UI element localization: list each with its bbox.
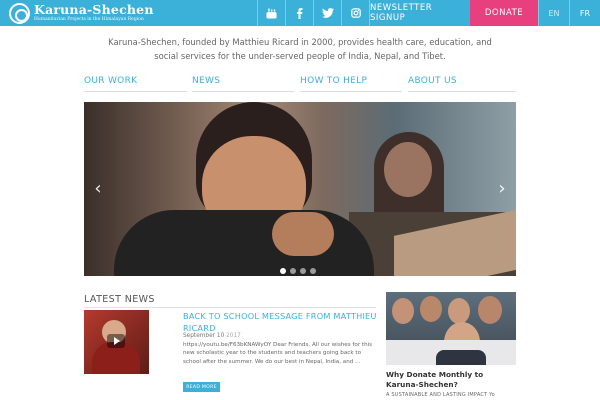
twitter-icon <box>321 8 334 18</box>
slider-next-arrow[interactable]: › <box>494 178 510 200</box>
nav-news[interactable]: NEWS <box>192 76 294 92</box>
hero-slider[interactable]: ‹ › <box>84 102 516 276</box>
logo-name: Karuna-Shechen <box>34 1 154 17</box>
slider-dot[interactable] <box>290 268 296 274</box>
side-photo-child-face <box>392 298 414 324</box>
news-thumbnail[interactable] <box>84 310 149 374</box>
youtube-link[interactable] <box>257 0 285 26</box>
youtube-icon <box>266 7 277 19</box>
news-date: September 10 2017 <box>183 333 241 339</box>
latest-news-heading: LATEST NEWS <box>84 294 155 305</box>
side-story-photo[interactable] <box>386 292 516 365</box>
side-photo-child-face <box>448 298 470 324</box>
side-story-subtitle: A SUSTAINABLE AND LASTING IMPACT Yo <box>386 392 495 398</box>
news-title-link[interactable]: BACK TO SCHOOL MESSAGE FROM MATTHIEU RIC… <box>183 310 378 334</box>
donate-button[interactable]: DONATE <box>470 0 538 26</box>
side-photo-child-face <box>478 296 502 324</box>
side-photo-jacket <box>436 350 486 365</box>
news-date-year: 2017 <box>226 333 241 339</box>
language-en[interactable]: EN <box>538 0 569 26</box>
side-story-title[interactable]: Why Donate Monthly to Karuna-Shechen? <box>386 370 518 390</box>
nav-our-work[interactable]: OUR WORK <box>84 76 187 92</box>
language-fr[interactable]: FR <box>569 0 600 26</box>
hero-photo-background-face <box>384 142 432 197</box>
logo-icon <box>9 2 30 24</box>
slider-dot[interactable] <box>280 268 286 274</box>
slider-dots <box>280 268 316 274</box>
logo-tagline: Humanitarian Projects in the Himalayan R… <box>34 17 144 22</box>
facebook-icon <box>297 7 303 19</box>
slider-dot[interactable] <box>300 268 306 274</box>
slider-dot[interactable] <box>310 268 316 274</box>
instagram-link[interactable] <box>341 0 369 26</box>
hero-photo-child-jacket <box>114 210 374 276</box>
slider-prev-arrow[interactable]: ‹ <box>90 178 106 200</box>
latest-news-divider <box>84 307 376 308</box>
news-excerpt: https://youtu.be/F63bKNAWyOY Dear Friend… <box>183 342 373 365</box>
news-date-day: September 10 <box>183 333 225 339</box>
logo[interactable]: Karuna-Shechen Humanitarian Projects in … <box>9 2 154 24</box>
play-icon <box>107 334 125 348</box>
nav-about-us[interactable]: ABOUT US <box>408 76 516 92</box>
newsletter-signup-button[interactable]: NEWSLETTER SIGNUP <box>369 0 470 26</box>
top-bar: Karuna-Shechen Humanitarian Projects in … <box>0 0 600 26</box>
hero-photo-child-hand <box>272 212 334 256</box>
nav-how-to-help[interactable]: HOW TO HELP <box>300 76 402 92</box>
intro-text: Karuna-Shechen, founded by Matthieu Rica… <box>108 37 492 61</box>
read-more-button[interactable]: READ MORE <box>183 382 220 392</box>
side-photo-child-face <box>420 296 442 322</box>
instagram-icon <box>350 8 361 18</box>
twitter-link[interactable] <box>313 0 341 26</box>
facebook-link[interactable] <box>285 0 313 26</box>
